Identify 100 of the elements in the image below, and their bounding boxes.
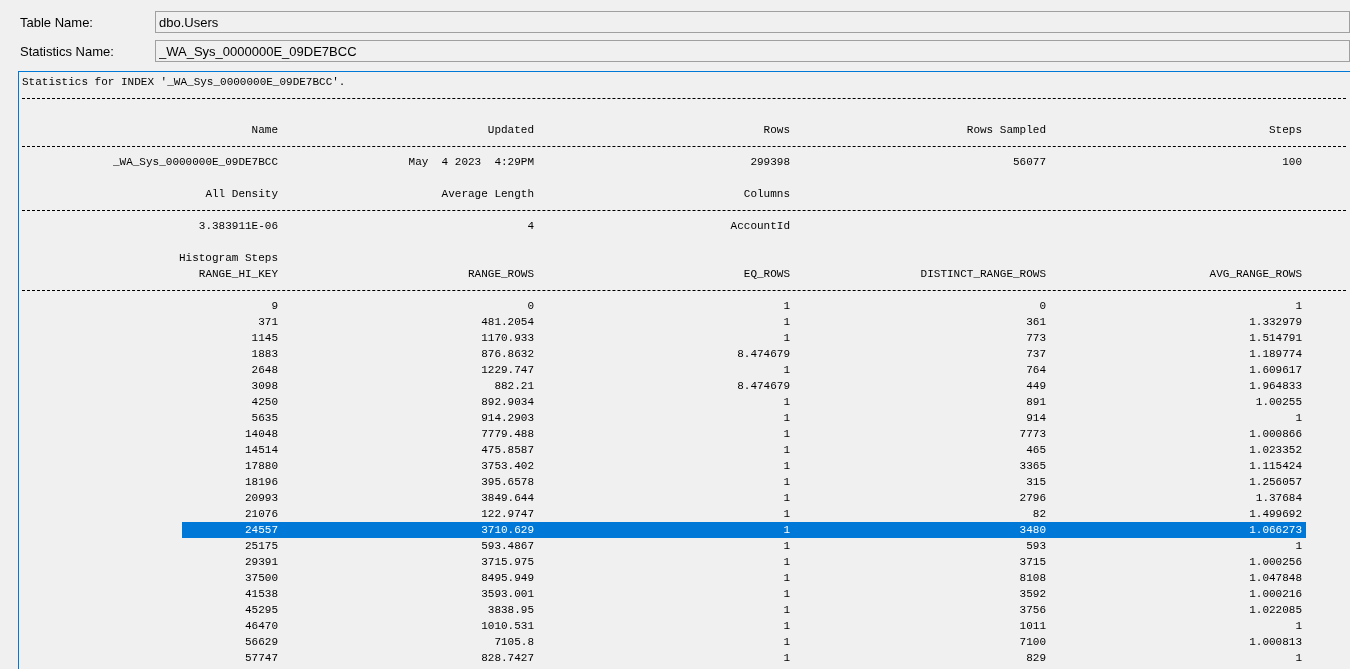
table-cell-text: 46470 [245, 619, 278, 634]
table-cell-text: 1 [1295, 411, 1302, 426]
table-cell-text: 3480 [1019, 523, 1046, 538]
table-cell-text: 914.2903 [481, 411, 534, 426]
table-cell-text: _WA_Sys_0000000E_09DE7BCC [112, 155, 278, 170]
field-label: Statistics Name: [20, 43, 115, 59]
table-cell-text: 1229.747 [481, 363, 534, 378]
table-cell-text: 4 [527, 219, 534, 234]
table-cell-text: 449 [1026, 379, 1046, 394]
table-cell-text: 1 [783, 411, 790, 426]
table-cell-text: 7100 [1019, 635, 1046, 650]
table-cell-text: 1.022085 [1249, 603, 1302, 618]
table-cell-text: 882.21 [494, 379, 534, 394]
table-cell-text: 828.7427 [481, 651, 534, 666]
histogram-row[interactable]: 37500 8495.949 1 8108 1.047848 [22, 570, 1350, 586]
histogram-row[interactable]: 46470 1010.531 1 1011 1 [22, 618, 1350, 634]
table-cell-text: 100 [1282, 155, 1302, 170]
histogram-row[interactable]: 9 0 1 0 1 [22, 298, 1350, 314]
table-cell-text: 395.6578 [481, 475, 534, 490]
table-cell-text: 914 [1026, 411, 1046, 426]
table-cell-text: 1.000813 [1249, 635, 1302, 650]
table-cell-text: 1 [783, 603, 790, 618]
histogram-row[interactable]: 29391 3715.975 1 3715 1.000256 [22, 554, 1350, 570]
histogram-row[interactable]: 56629 7105.8 1 7100 1.000813 [22, 634, 1350, 650]
table-cell-text: 3592 [1019, 587, 1046, 602]
table-cell-text: 1 [783, 651, 790, 666]
histogram-row[interactable]: 5635 914.2903 1 914 1 [22, 410, 1350, 426]
table-cell-text: 1 [783, 507, 790, 522]
histogram-row[interactable]: 14514 475.8587 1 465 1.023352 [22, 442, 1350, 458]
table-cell-text: 20993 [245, 491, 278, 506]
table-cell-text: 361 [1026, 315, 1046, 330]
histogram-row[interactable]: 21076 122.9747 1 82 1.499692 [22, 506, 1350, 522]
histogram-row[interactable]: 371 481.2054 1 361 1.332979 [22, 314, 1350, 330]
table-cell-text: 3593.001 [481, 587, 534, 602]
table-cell-text: 1.047848 [1249, 571, 1302, 586]
table-cell-text: 14048 [245, 427, 278, 442]
table-cell-text: 1 [783, 427, 790, 442]
table-cell-text: 891 [1026, 395, 1046, 410]
table-cell-text: 773 [1026, 331, 1046, 346]
table-cell-text: 3753.402 [481, 459, 534, 474]
table-cell-text: 17880 [245, 459, 278, 474]
table-cell-text: 1 [783, 523, 790, 538]
table-cell-text: 24557 [245, 523, 278, 538]
histogram-row[interactable]: 41538 3593.001 1 3592 1.000216 [22, 586, 1350, 602]
histogram-row[interactable]: 1883 876.8632 8.474679 737 1.189774 [22, 346, 1350, 362]
histogram-caption: Histogram Steps [178, 251, 278, 266]
column-header: Average Length [441, 187, 534, 202]
column-header: RANGE_HI_KEY [198, 267, 278, 282]
table-cell-text: 1.332979 [1249, 315, 1302, 330]
histogram-row[interactable]: 1145 1170.933 1 773 1.514791 [22, 330, 1350, 346]
table-cell-text: 1 [1295, 651, 1302, 666]
table-cell-text: 21076 [245, 507, 278, 522]
column-header: EQ_ROWS [743, 267, 790, 282]
table-cell-text: 1010.531 [481, 619, 534, 634]
table-cell-text: 1.000866 [1249, 427, 1302, 442]
histogram-row[interactable]: 25175 593.4867 1 593 1 [22, 538, 1350, 554]
table-cell-text: 1 [783, 459, 790, 474]
histogram-row[interactable]: 20993 3849.644 1 2796 1.37684 [22, 490, 1350, 506]
table-cell-text: 1 [1295, 539, 1302, 554]
table-cell-text: 7779.488 [481, 427, 534, 442]
table-cell-text: 764 [1026, 363, 1046, 378]
table-cell-text: 1 [783, 555, 790, 570]
table-cell-text: 8.474679 [737, 347, 790, 362]
histogram-row[interactable]: 3098 882.21 8.474679 449 1.964833 [22, 378, 1350, 394]
histogram-row[interactable]: 17880 3753.402 1 3365 1.115424 [22, 458, 1350, 474]
text-field[interactable]: _WA_Sys_0000000E_09DE7BCC [155, 40, 1350, 62]
table-cell-text: 3.383911E-06 [198, 219, 278, 234]
table-cell-text: 1145 [251, 331, 278, 346]
table-cell-text: 3756 [1019, 603, 1046, 618]
table-cell-text: 56077 [1013, 155, 1046, 170]
table-cell-text: 1.066273 [1249, 523, 1302, 538]
table-cell-text: 8.474679 [737, 379, 790, 394]
histogram-row[interactable]: 18196 395.6578 1 315 1.256057 [22, 474, 1350, 490]
table-cell-text: 1.964833 [1249, 379, 1302, 394]
histogram-row[interactable]: 2648 1229.747 1 764 1.609617 [22, 362, 1350, 378]
table-cell-text: 1 [783, 571, 790, 586]
table-cell-text: 1.115424 [1249, 459, 1302, 474]
histogram-row[interactable]: 14048 7779.488 1 7773 1.000866 [22, 426, 1350, 442]
table-cell-text: 1 [783, 635, 790, 650]
column-header: Steps [1269, 123, 1302, 138]
table-cell-text: 892.9034 [481, 395, 534, 410]
column-header: All Density [205, 187, 278, 202]
table-cell-text: 737 [1026, 347, 1046, 362]
table-cell-text: 8495.949 [481, 571, 534, 586]
column-header: Rows Sampled [966, 123, 1046, 138]
table-cell-text: 3098 [251, 379, 278, 394]
histogram-row[interactable]: 57747 828.7427 1 829 1 [22, 650, 1350, 666]
text-field[interactable]: dbo.Users [155, 11, 1350, 33]
histogram-row[interactable]: 45295 3838.95 1 3756 1.022085 [22, 602, 1350, 618]
table-cell-text: 41538 [245, 587, 278, 602]
histogram-row[interactable]: 4250 892.9034 1 891 1.00255 [22, 394, 1350, 410]
table-cell-text: 1.000256 [1249, 555, 1302, 570]
table-cell-text: 1 [783, 315, 790, 330]
table-cell-text: 56629 [245, 635, 278, 650]
table-cell-text: 1.023352 [1249, 443, 1302, 458]
column-header: Rows [763, 123, 790, 138]
column-header: Columns [743, 187, 790, 202]
table-cell-text: 481.2054 [481, 315, 534, 330]
table-cell-text: 1 [783, 619, 790, 634]
table-cell-text: 4250 [251, 395, 278, 410]
